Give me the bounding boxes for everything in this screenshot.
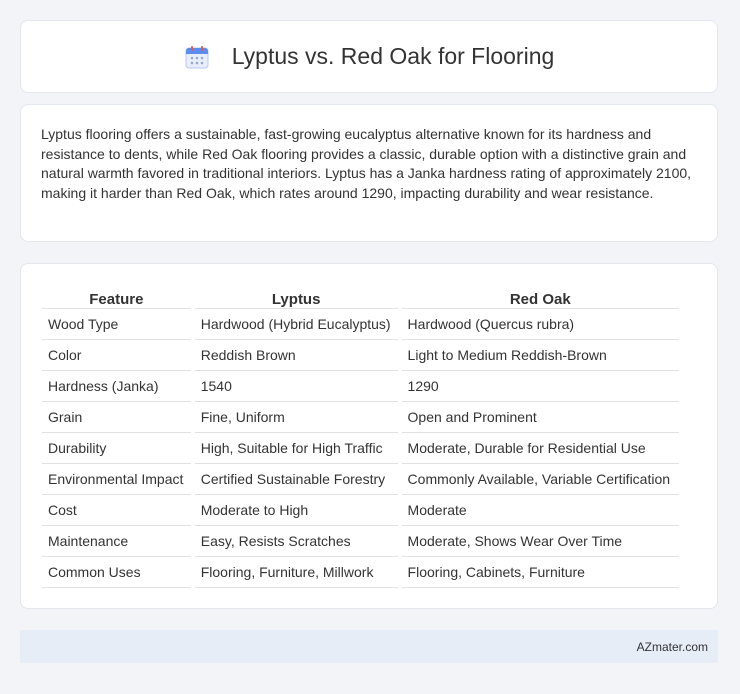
- table-row: Durability High, Suitable for High Traff…: [42, 433, 679, 464]
- cell-lyptus: Flooring, Furniture, Millwork: [194, 557, 398, 588]
- comparison-table: Feature Lyptus Red Oak Wood Type Hardwoo…: [38, 286, 683, 588]
- table-header-row: Feature Lyptus Red Oak: [42, 286, 679, 309]
- cell-lyptus: Reddish Brown: [194, 340, 398, 371]
- summary-text: Lyptus flooring offers a sustainable, fa…: [41, 126, 692, 201]
- cell-feature: Maintenance: [42, 526, 191, 557]
- cell-feature: Wood Type: [42, 309, 191, 340]
- table-row: Cost Moderate to High Moderate: [42, 495, 679, 526]
- header-feature: Feature: [42, 286, 191, 309]
- footer-site-label[interactable]: AZmater.com: [637, 640, 708, 654]
- cell-feature: Common Uses: [42, 557, 191, 588]
- table-row: Hardness (Janka) 1540 1290: [42, 371, 679, 402]
- table-row: Common Uses Flooring, Furniture, Millwor…: [42, 557, 679, 588]
- footer: AZmater.com: [20, 630, 718, 663]
- calendar-icon: [184, 44, 210, 70]
- header-lyptus: Lyptus: [194, 286, 398, 309]
- cell-red-oak: Flooring, Cabinets, Furniture: [401, 557, 679, 588]
- table-row: Color Reddish Brown Light to Medium Redd…: [42, 340, 679, 371]
- cell-lyptus: Certified Sustainable Forestry: [194, 464, 398, 495]
- cell-lyptus: Easy, Resists Scratches: [194, 526, 398, 557]
- summary-card: Lyptus flooring offers a sustainable, fa…: [20, 104, 718, 242]
- cell-red-oak: Open and Prominent: [401, 402, 679, 433]
- cell-red-oak: Commonly Available, Variable Certificati…: [401, 464, 679, 495]
- cell-lyptus: Hardwood (Hybrid Eucalyptus): [194, 309, 398, 340]
- cell-red-oak: Moderate, Shows Wear Over Time: [401, 526, 679, 557]
- cell-feature: Hardness (Janka): [42, 371, 191, 402]
- cell-lyptus: Fine, Uniform: [194, 402, 398, 433]
- comparison-card: Feature Lyptus Red Oak Wood Type Hardwoo…: [20, 263, 718, 609]
- table-row: Wood Type Hardwood (Hybrid Eucalyptus) H…: [42, 309, 679, 340]
- cell-feature: Grain: [42, 402, 191, 433]
- cell-feature: Color: [42, 340, 191, 371]
- page-title: Lyptus vs. Red Oak for Flooring: [231, 43, 555, 69]
- cell-feature: Cost: [42, 495, 191, 526]
- cell-lyptus: High, Suitable for High Traffic: [194, 433, 398, 464]
- cell-red-oak: Hardwood (Quercus rubra): [401, 309, 679, 340]
- cell-lyptus: 1540: [194, 371, 398, 402]
- cell-red-oak: Moderate: [401, 495, 679, 526]
- table-row: Maintenance Easy, Resists Scratches Mode…: [42, 526, 679, 557]
- table-row: Environmental Impact Certified Sustainab…: [42, 464, 679, 495]
- cell-feature: Durability: [42, 433, 191, 464]
- cell-red-oak: 1290: [401, 371, 679, 402]
- cell-red-oak: Light to Medium Reddish-Brown: [401, 340, 679, 371]
- table-row: Grain Fine, Uniform Open and Prominent: [42, 402, 679, 433]
- title-card: Lyptus vs. Red Oak for Flooring: [20, 20, 718, 93]
- cell-feature: Environmental Impact: [42, 464, 191, 495]
- cell-lyptus: Moderate to High: [194, 495, 398, 526]
- cell-red-oak: Moderate, Durable for Residential Use: [401, 433, 679, 464]
- header-red-oak: Red Oak: [401, 286, 679, 309]
